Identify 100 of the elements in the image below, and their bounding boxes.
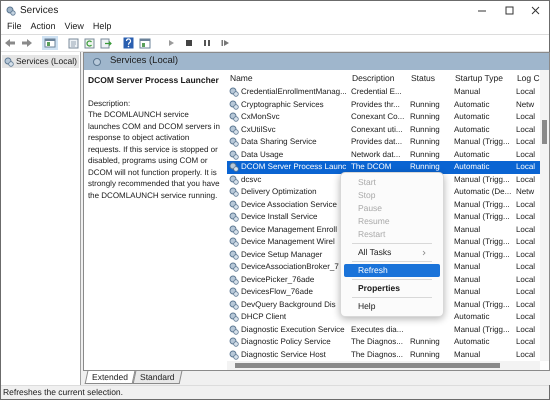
resume-icon[interactable] — [220, 38, 230, 48]
table-cell: Local — [516, 136, 536, 148]
table-cell: DevicesFlow_76ade — [240, 286, 313, 298]
table-row[interactable]: DCOM Server Process Launc The DCOM Running Automatic Local — [226, 161, 540, 174]
table-cell: DHCP Client — [240, 311, 286, 324]
table-cell: CxUtilSvc — [240, 124, 276, 136]
table-cell: Manual (Trigg... — [454, 198, 510, 211]
description-text: The DCOMLAUNCH service launches COM and DCOM servers in response to object activation requests. If this service is stopped or disabled, programs using COM or DCOM will not function properly. It is strongly recommended that you have the DCOMLAUNCH service running. — [88, 109, 221, 202]
table-cell: Local — [516, 298, 536, 311]
close-icon[interactable] — [531, 6, 540, 15]
table-cell: Local — [516, 286, 536, 298]
table-cell: Manual (Trigg... — [454, 236, 510, 248]
menu-item[interactable]: Refresh — [344, 264, 440, 277]
table-cell: Provides thr... — [350, 98, 400, 111]
play-icon[interactable] — [166, 38, 176, 48]
console-tree-icon[interactable] — [42, 36, 58, 50]
scrollbar-thumb[interactable] — [234, 363, 500, 368]
table-cell: Manual — [454, 286, 480, 298]
table-cell: Device Association Service — [240, 198, 337, 211]
table-cell: Running — [410, 161, 440, 174]
help-icon[interactable] — [123, 37, 134, 49]
menu-item[interactable]: File — [3, 20, 26, 34]
table-cell: Cryptographic Services — [240, 98, 324, 111]
menu-item[interactable]: All Tasks — [344, 246, 440, 259]
menu-item[interactable]: Help — [344, 300, 440, 313]
table-cell: Data Sharing Service — [240, 136, 317, 148]
table-cell: Diagnostic Policy Service — [240, 336, 331, 348]
table-cell: Local — [516, 311, 536, 324]
table-cell: Manual — [454, 224, 480, 236]
table-cell: Local — [516, 211, 536, 224]
table-cell: Executes dia... — [350, 324, 404, 336]
pause-icon[interactable] — [202, 38, 212, 48]
column-header[interactable]: Name — [226, 72, 349, 84]
table-cell: Local — [516, 261, 536, 274]
table-cell: Local — [516, 111, 536, 124]
status-text: Refreshes the current selection. — [3, 386, 124, 399]
table-cell: Local — [516, 248, 536, 261]
table-cell: Local — [516, 86, 536, 98]
table-cell: Conexant uti... — [350, 124, 403, 136]
table-cell: Manual (Trigg... — [454, 248, 510, 261]
tree-item[interactable]: Services (Local) — [2, 55, 79, 68]
vertical-scrollbar[interactable] — [540, 70, 549, 361]
table-cell: Local — [516, 174, 536, 186]
table-cell: Running — [410, 136, 440, 148]
scrollbar-thumb[interactable] — [542, 120, 547, 144]
description-label: Description: — [88, 98, 132, 110]
table-cell: Device Install Service — [240, 211, 318, 224]
table-cell: Device Management Wirel — [240, 236, 335, 248]
column-header[interactable]: Status — [408, 72, 452, 84]
table-cell: Local — [516, 148, 536, 161]
table-cell: Provides dat... — [350, 136, 402, 148]
table-cell: Running — [410, 111, 440, 124]
table-cell: Credential E... — [350, 86, 402, 98]
forward-arrow-icon[interactable] — [21, 38, 33, 48]
table-cell: The Diagnos... — [350, 336, 403, 348]
table-cell: dcsvc — [240, 174, 262, 186]
table-cell: Automatic — [454, 336, 490, 348]
table-cell: Running — [410, 148, 440, 161]
table-cell: Netw — [516, 98, 534, 111]
table-cell: Running — [410, 98, 440, 111]
view-tab[interactable]: Extended — [84, 371, 136, 384]
export-icon[interactable] — [100, 38, 112, 48]
table-cell: Automatic — [454, 148, 490, 161]
view-tab[interactable]: Standard — [132, 371, 182, 384]
table-cell: Local — [516, 236, 536, 248]
menu-item[interactable]: Properties — [344, 282, 440, 295]
document-icon[interactable] — [68, 38, 79, 48]
table-cell: Manual — [454, 261, 480, 274]
table-cell: CredentialEnrollmentManag... — [240, 86, 347, 98]
column-header[interactable]: Log C — [514, 72, 540, 84]
menu-item[interactable]: Action — [26, 20, 60, 34]
table-cell: Running — [410, 124, 440, 136]
table-cell: Local — [516, 124, 536, 136]
table-cell: Automatic — [454, 311, 490, 324]
menu-item[interactable]: View — [60, 20, 88, 34]
table-cell: Local — [516, 274, 536, 286]
table-cell: Data Usage — [240, 148, 284, 161]
column-header[interactable]: Startup Type — [452, 72, 514, 84]
horizontal-scrollbar[interactable] — [226, 361, 540, 370]
table-cell: Netw — [516, 186, 534, 198]
table-cell: Automatic — [454, 161, 490, 174]
table-cell: Local — [516, 324, 536, 336]
table-cell: Diagnostic Service Host — [240, 348, 326, 361]
column-header[interactable]: Description — [348, 72, 408, 84]
properties-icon[interactable] — [139, 38, 151, 48]
table-cell: Manual — [454, 274, 480, 286]
table-cell: Automatic — [454, 111, 490, 124]
table-cell: The Diagnos... — [350, 348, 403, 361]
table-cell: Manual — [454, 86, 480, 98]
service-title: DCOM Server Process Launcher — [88, 74, 220, 87]
table-cell: Local — [516, 336, 536, 348]
table-cell: Manual (Trigg... — [454, 298, 510, 311]
back-arrow-icon[interactable] — [4, 38, 16, 48]
refresh-icon[interactable] — [84, 38, 95, 48]
table-cell: Local — [516, 198, 536, 211]
stop-icon[interactable] — [184, 38, 194, 48]
table-cell: Automatic (De... — [454, 186, 512, 198]
menu-item[interactable]: Help — [88, 20, 116, 34]
table-cell: DevicePicker_76ade — [240, 274, 314, 286]
maximize-icon[interactable] — [505, 6, 514, 15]
